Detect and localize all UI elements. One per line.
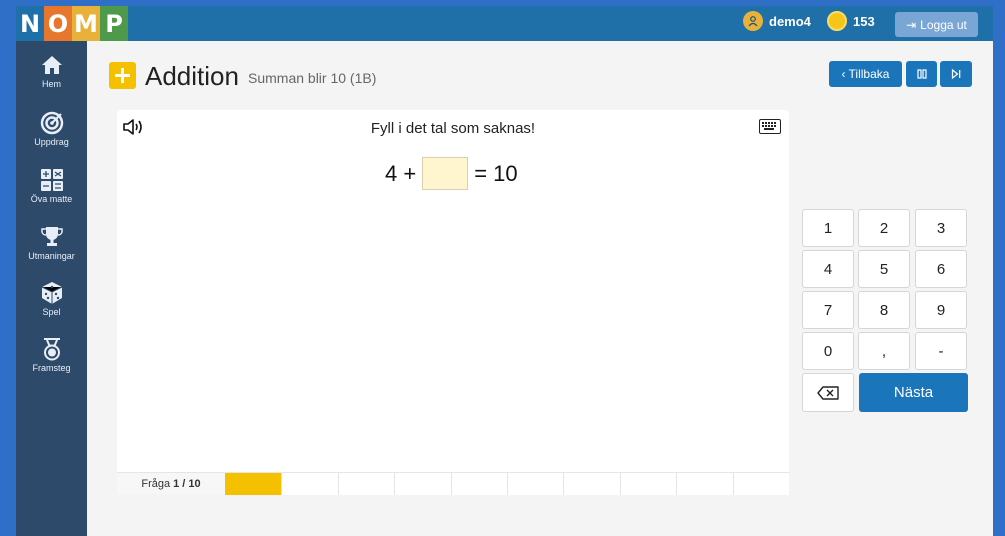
- key-4[interactable]: 4: [802, 250, 854, 288]
- progress-segment: [676, 473, 733, 495]
- backspace-icon: [817, 385, 839, 400]
- plus-icon: [109, 62, 136, 89]
- key-7[interactable]: 7: [802, 291, 854, 329]
- logout-button[interactable]: ⇥ Logga ut: [895, 12, 978, 37]
- username: demo4: [769, 13, 811, 29]
- pause-icon: [916, 69, 927, 79]
- calculator-icon: [40, 169, 63, 191]
- backspace-button[interactable]: [802, 373, 854, 412]
- question-counter-label: Fråga: [141, 477, 171, 490]
- exercise-card: Fyll i det tal som saknas! 4 + = 10 Fråg…: [117, 110, 789, 495]
- equation-operand: 4 +: [385, 160, 417, 186]
- answer-input[interactable]: [422, 157, 469, 190]
- skip-button[interactable]: [940, 61, 972, 87]
- medal-icon: [43, 338, 60, 361]
- page-title: Addition: [145, 61, 239, 91]
- sidebar-item-label: Utmaningar: [28, 251, 75, 261]
- app-window: N O M P demo4 153 ⇥ Logga ut Hem Uppdrag…: [16, 6, 993, 536]
- key-9[interactable]: 9: [915, 291, 967, 329]
- sidebar-item-label: Hem: [41, 79, 61, 89]
- top-bar: N O M P demo4 153 ⇥ Logga ut: [16, 6, 993, 41]
- back-button[interactable]: ‹ Tillbaka: [829, 61, 902, 87]
- progress-segment: [619, 473, 677, 495]
- coin-counter: 153: [827, 11, 875, 31]
- sidebar-item-spel[interactable]: Spel: [16, 281, 87, 317]
- logo-letter-n: N: [16, 6, 44, 41]
- key-0[interactable]: 0: [802, 332, 854, 370]
- sidebar: Hem Uppdrag Öva matte Utmaningar Spel Fr…: [16, 41, 87, 536]
- skip-icon: [951, 69, 961, 79]
- progress-segment: [281, 473, 338, 495]
- dice-icon: [41, 282, 62, 304]
- next-button[interactable]: Nästa: [859, 373, 968, 412]
- progress-segment: [563, 473, 620, 495]
- progress-segment: [394, 473, 451, 495]
- key-2[interactable]: 2: [858, 209, 910, 247]
- logo-letter-m: M: [72, 6, 100, 41]
- user-profile[interactable]: demo4: [743, 11, 811, 31]
- sidebar-item-utmaningar[interactable]: Utmaningar: [16, 225, 87, 261]
- equation-result: = 10: [474, 160, 518, 186]
- keyboard-icon[interactable]: [759, 119, 781, 134]
- trophy-icon: [40, 227, 63, 246]
- user-icon: [743, 11, 763, 31]
- equation: 4 + = 10: [385, 157, 518, 190]
- logo-letter-o: O: [44, 6, 72, 41]
- progress-bar: Fråga 1 / 10: [117, 472, 789, 495]
- key-5[interactable]: 5: [858, 250, 910, 288]
- progress-segment: [450, 473, 507, 495]
- key-comma[interactable]: ,: [858, 332, 910, 370]
- sidebar-item-hem[interactable]: Hem: [16, 53, 87, 89]
- key-minus[interactable]: -: [915, 332, 967, 370]
- question-counter: Fråga 1 / 10: [117, 473, 225, 494]
- target-icon: [40, 111, 63, 135]
- nomp-logo[interactable]: N O M P: [16, 6, 128, 41]
- coin-icon: [827, 11, 847, 31]
- coin-count: 153: [853, 13, 875, 29]
- progress-segment: [732, 473, 789, 495]
- progress-segment: [337, 473, 395, 495]
- key-1[interactable]: 1: [802, 209, 854, 247]
- key-8[interactable]: 8: [858, 291, 910, 329]
- sidebar-item-label: Framsteg: [32, 363, 71, 373]
- home-icon: [41, 56, 62, 74]
- sidebar-item-label: Öva matte: [30, 194, 73, 204]
- chevron-left-icon: ‹: [841, 67, 846, 81]
- pause-button[interactable]: [906, 61, 937, 87]
- sidebar-item-label: Spel: [42, 307, 61, 317]
- progress-segment: [506, 473, 564, 495]
- page-subtitle: Summan blir 10 (1B): [248, 70, 377, 86]
- question-counter-value: 1 / 10: [173, 477, 201, 490]
- sidebar-item-framsteg[interactable]: Framsteg: [16, 337, 87, 373]
- sidebar-item-ova-matte[interactable]: Öva matte: [16, 168, 87, 204]
- question-prompt: Fyll i det tal som saknas!: [370, 120, 536, 137]
- back-label: Tillbaka: [848, 67, 890, 81]
- logo-letter-p: P: [100, 6, 128, 41]
- key-3[interactable]: 3: [915, 209, 967, 247]
- key-6[interactable]: 6: [915, 250, 967, 288]
- sidebar-item-label: Uppdrag: [34, 137, 69, 147]
- progress-segment: [225, 473, 282, 495]
- sidebar-item-uppdrag[interactable]: Uppdrag: [16, 111, 87, 147]
- logout-label: Logga ut: [920, 17, 967, 32]
- logout-icon: ⇥: [906, 17, 917, 32]
